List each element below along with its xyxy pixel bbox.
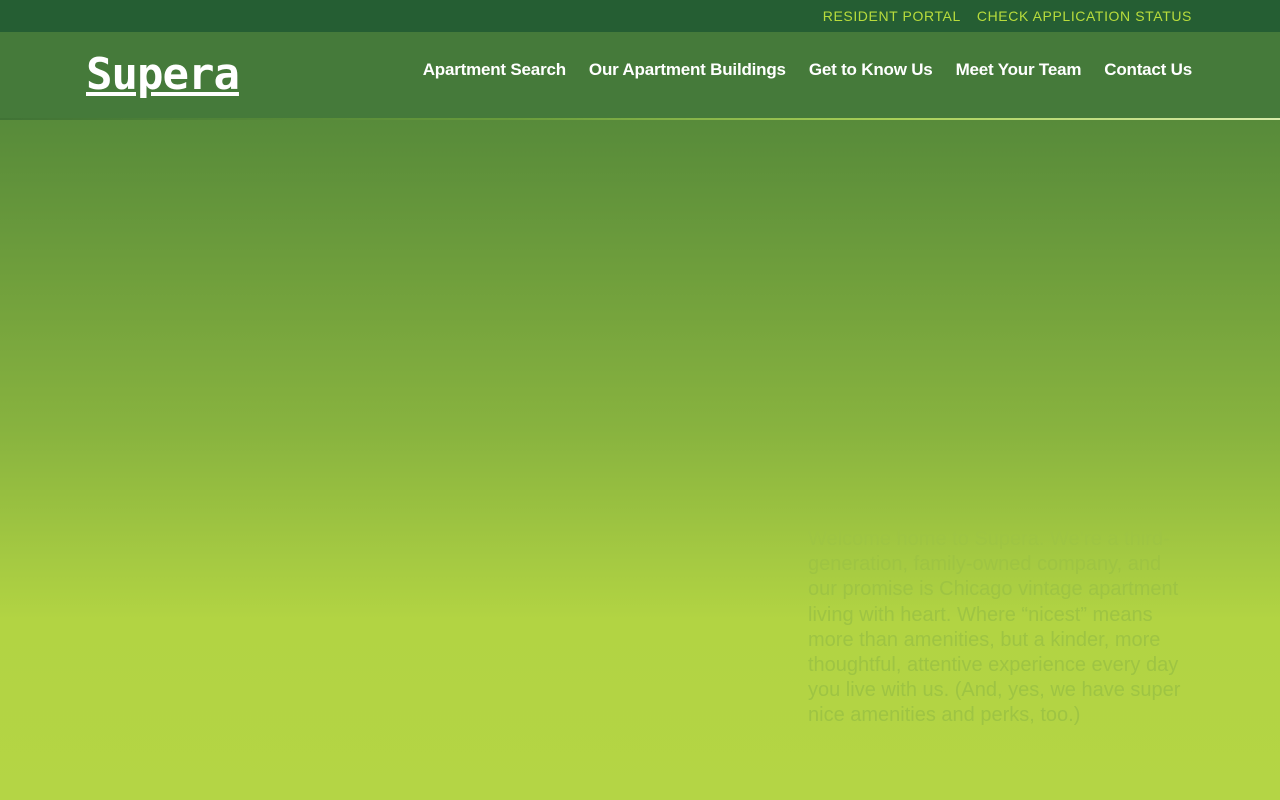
hero-intro-text: Welcome home to Supera. We’re a third-ge… [808,528,1181,727]
nav-item-our-apartment-buildings[interactable]: Our Apartment Buildings [589,60,786,80]
site-logo[interactable]: Supera [86,51,240,99]
nav-item-meet-your-team[interactable]: Meet Your Team [956,60,1082,80]
utility-links: RESIDENT PORTAL CHECK APPLICATION STATUS [823,0,1192,32]
nav-item-get-to-know-us[interactable]: Get to Know Us [809,60,933,80]
utility-bar: RESIDENT PORTAL CHECK APPLICATION STATUS [0,0,1280,32]
main-nav: Apartment Search Our Apartment Buildings… [423,60,1193,80]
nav-item-apartment-search[interactable]: Apartment Search [423,60,566,80]
resident-portal-link[interactable]: RESIDENT PORTAL [823,8,961,24]
nav-item-contact-us[interactable]: Contact Us [1104,60,1192,80]
page: RESIDENT PORTAL CHECK APPLICATION STATUS… [0,0,1280,800]
check-application-status-link[interactable]: CHECK APPLICATION STATUS [977,8,1192,24]
header-divider [0,118,1280,120]
